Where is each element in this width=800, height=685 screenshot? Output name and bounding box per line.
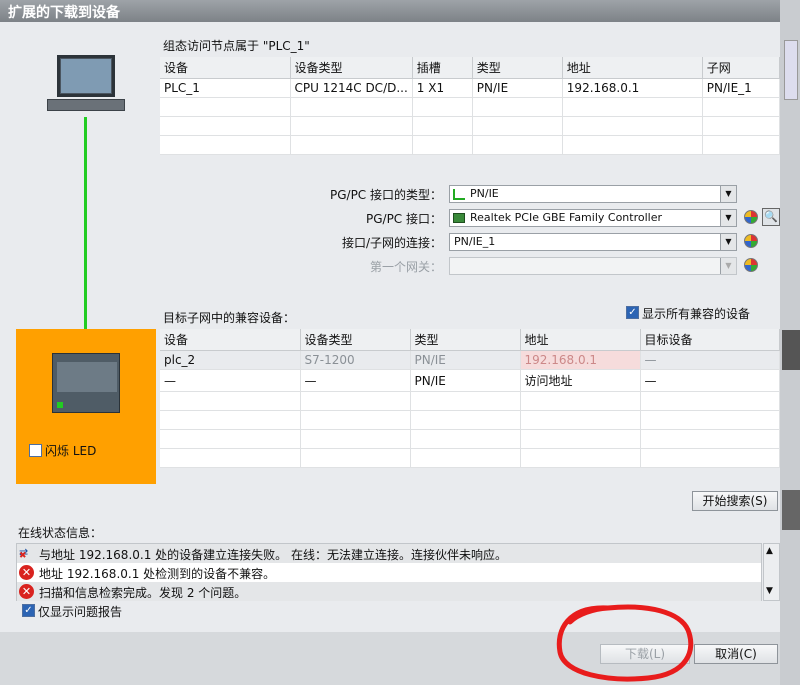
error-icon: ✕ — [19, 565, 34, 580]
table-cell: PN/IE — [472, 78, 563, 98]
table-row[interactable]: plc_2 S7-1200 PN/IE 192.168.0.1 — — [160, 350, 780, 370]
error-icon: ✕ — [19, 584, 34, 599]
column-header[interactable]: 地址 — [562, 57, 703, 79]
column-header[interactable]: 目标设备 — [640, 329, 780, 351]
plc-device-icon — [52, 353, 120, 413]
table-cell: PN/IE — [410, 369, 521, 392]
network-card-icon — [453, 213, 465, 223]
table-cell: 1 X1 — [412, 78, 473, 98]
status-heading: 在线状态信息： — [18, 526, 103, 540]
properties-icon[interactable] — [744, 258, 758, 272]
gateway-label: 第一个网关： — [369, 260, 442, 274]
table-row — [160, 429, 780, 449]
subnet-select[interactable]: PN/IE_1 ▼ — [449, 233, 737, 251]
table-cell: 192.168.0.1 — [520, 350, 641, 370]
chevron-down-icon[interactable]: ▼ — [720, 234, 736, 250]
column-header[interactable]: 设备 — [160, 329, 301, 351]
diagnostics-icon[interactable]: 🔍 — [762, 208, 780, 226]
network-icon — [453, 189, 465, 200]
start-search-button[interactable]: 开始搜索(S) — [692, 491, 778, 511]
column-header[interactable]: 类型 — [472, 57, 563, 79]
table-row — [160, 116, 781, 136]
table-cell: PN/IE — [410, 350, 521, 370]
list-item[interactable]: ✕ 扫描和信息检索完成。发现 2 个问题。 — [17, 582, 761, 601]
table-row — [160, 97, 781, 117]
column-header[interactable]: 类型 — [410, 329, 521, 351]
column-header[interactable]: 地址 — [520, 329, 641, 351]
table-row — [160, 135, 781, 155]
target-heading: 目标子网中的兼容设备： — [163, 311, 296, 325]
properties-icon[interactable] — [744, 210, 758, 224]
pgpc-type-select[interactable]: PN/IE ▼ — [449, 185, 737, 203]
chevron-down-icon[interactable]: ▼ — [720, 186, 736, 202]
list-item[interactable]: ✕ 地址 192.168.0.1 处检测到的设备不兼容。 — [17, 563, 761, 582]
side-panel-thumb — [784, 40, 798, 100]
chevron-down-icon[interactable]: ▼ — [720, 210, 736, 226]
table-cell: PN/IE_1 — [702, 78, 781, 98]
chevron-down-icon[interactable]: ▼ — [720, 258, 736, 274]
table-row[interactable]: PLC_1 CPU 1214C DC/D... 1 X1 PN/IE 192.1… — [160, 78, 781, 98]
status-scrollbar[interactable]: ▲ ▼ — [763, 543, 780, 601]
table-row[interactable]: — — PN/IE 访问地址 — — [160, 369, 780, 392]
side-image — [782, 330, 800, 370]
column-header[interactable]: 设备 — [160, 57, 291, 79]
table-cell[interactable]: 访问地址 — [520, 369, 641, 392]
config-heading: 组态访问节点属于 "PLC_1" — [163, 39, 310, 53]
table-row — [160, 448, 780, 468]
table-row — [160, 410, 780, 430]
column-header[interactable]: 插槽 — [412, 57, 473, 79]
table-cell: — — [160, 369, 301, 392]
only-problems-label: 仅显示问题报告 — [38, 605, 123, 619]
scroll-up-icon[interactable]: ▲ — [766, 546, 773, 556]
pgpc-iface-label: PG/PC 接口： — [365, 212, 442, 226]
table-cell: S7-1200 — [300, 350, 411, 370]
table-cell: CPU 1214C DC/D... — [290, 78, 413, 98]
properties-icon[interactable] — [744, 234, 758, 248]
scroll-down-icon[interactable]: ▼ — [766, 586, 773, 596]
column-header[interactable]: 子网 — [702, 57, 781, 79]
list-item[interactable]: ⇄ ✖ 与地址 192.168.0.1 处的设备建立连接失败。 在线：无法建立连接… — [17, 544, 761, 563]
status-list: ⇄ ✖ 与地址 192.168.0.1 处的设备建立连接失败。 在线：无法建立连接… — [16, 543, 762, 601]
table-cell: — — [640, 369, 780, 392]
table-row — [160, 391, 780, 411]
table-cell: plc_2 — [160, 350, 301, 370]
connection-error-icon: ⇄ ✖ — [19, 546, 29, 561]
table-cell: PLC_1 — [160, 78, 291, 98]
flash-led-label: 闪烁 LED — [45, 444, 97, 458]
pgpc-type-label: PG/PC 接口的类型： — [329, 188, 442, 202]
cancel-button[interactable]: 取消(C) — [694, 644, 778, 664]
show-all-checkbox[interactable]: ✓ — [626, 306, 639, 319]
dialog-title: 扩展的下载到设备 — [0, 0, 780, 22]
column-header[interactable]: 设备类型 — [300, 329, 411, 351]
subnet-label: 接口/子网的连接： — [341, 236, 442, 250]
only-problems-checkbox[interactable]: ✓ — [22, 604, 35, 617]
target-table: 设备 设备类型 类型 地址 目标设备 plc_2 S7-1200 PN/IE 1… — [160, 329, 780, 468]
gateway-select[interactable]: ▼ — [449, 257, 737, 275]
annotation-circle — [556, 604, 694, 682]
table-cell: 192.168.0.1 — [562, 78, 703, 98]
show-all-label: 显示所有兼容的设备 — [642, 307, 751, 321]
side-image — [782, 490, 800, 530]
pgpc-iface-select[interactable]: Realtek PCIe GBE Family Controller ▼ — [449, 209, 737, 227]
background-window-strip — [780, 0, 800, 685]
table-cell: — — [640, 350, 780, 370]
flash-led-checkbox[interactable] — [29, 444, 42, 457]
pc-icon — [47, 55, 125, 117]
device-panel: 闪烁 LED — [16, 329, 156, 484]
config-table: 设备 设备类型 插槽 类型 地址 子网 PLC_1 CPU 1214C DC/D… — [160, 57, 781, 155]
column-header[interactable]: 设备类型 — [290, 57, 413, 79]
network-link-line — [84, 117, 87, 353]
table-cell: — — [300, 369, 411, 392]
